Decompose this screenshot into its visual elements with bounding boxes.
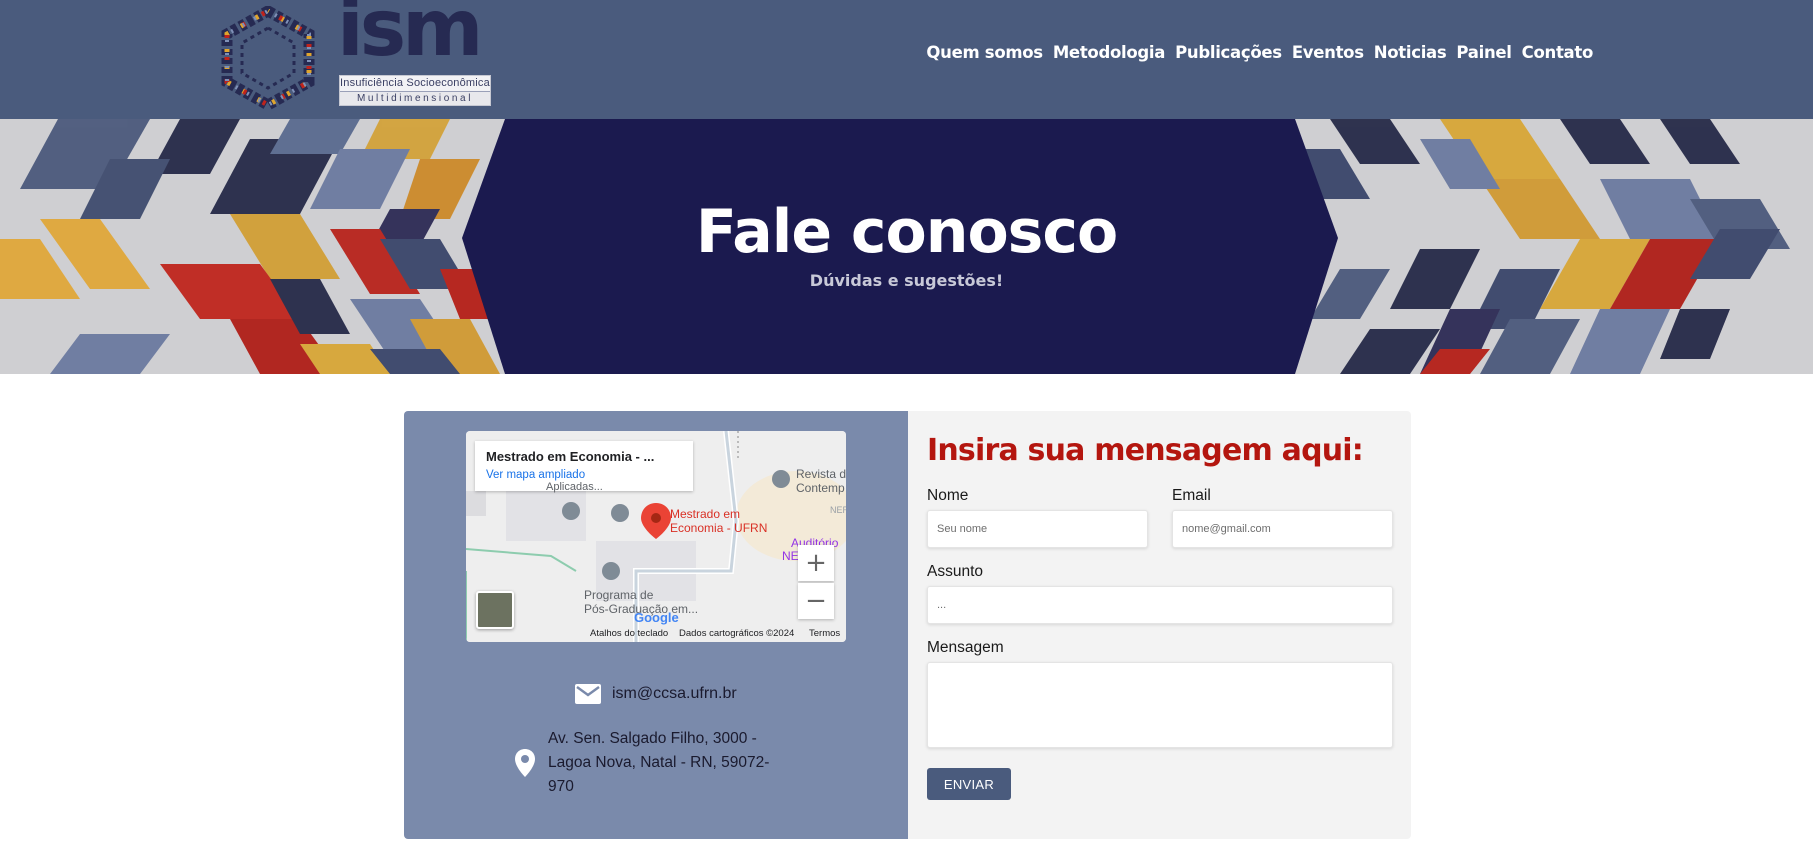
map-terms-link[interactable]: Termos — [809, 628, 840, 639]
hero-banner: Fale conosco Dúvidas e sugestões! — [0, 119, 1813, 374]
logo-subtitle-line-2: Multidimensional — [356, 93, 474, 104]
subject-input[interactable] — [927, 586, 1393, 624]
name-input[interactable] — [927, 510, 1148, 548]
map-pin-label-2: Economia - UFRN — [670, 521, 768, 535]
google-logo: Google — [634, 610, 679, 625]
map-poi-ner: NER — [830, 505, 846, 515]
nav-quem-somos[interactable]: Quem somos — [926, 43, 1043, 62]
nav-eventos[interactable]: Eventos — [1292, 43, 1364, 62]
map-poi-aplicadas: Aplicadas... — [546, 481, 603, 493]
site-header: ism Insuficiência Socioeconômica Multidi… — [0, 0, 1813, 119]
main-nav: Quem somos Metodologia Publicações Event… — [926, 43, 1593, 62]
subject-label: Assunto — [927, 563, 984, 580]
envelope-icon — [575, 684, 601, 704]
email-input[interactable] — [1172, 510, 1393, 548]
logo-wordmark: ism — [337, 0, 483, 74]
message-textarea[interactable] — [927, 662, 1393, 748]
form-title: Insira sua mensagem aqui: — [927, 433, 1364, 468]
submit-button[interactable]: ENVIAR — [927, 768, 1011, 800]
name-label: Nome — [927, 487, 969, 504]
hero-subtitle: Dúvidas e sugestões! — [809, 271, 1004, 290]
contact-address-row: Av. Sen. Salgado Filho, 3000 - Lagoa Nov… — [514, 727, 786, 799]
nav-noticias[interactable]: Noticias — [1374, 43, 1447, 62]
map-poi-programa-1: Programa de — [584, 588, 654, 602]
contact-info-panel: Mestrado em Economia - ... Ver mapa ampl… — [404, 411, 908, 839]
nav-contato[interactable]: Contato — [1522, 43, 1594, 62]
map-poi-revista-2: Contemp — [796, 481, 845, 495]
message-label: Mensagem — [927, 639, 1004, 656]
nav-metodologia[interactable]: Metodologia — [1053, 43, 1166, 62]
embedded-map[interactable]: Mestrado em Economia - ... Ver mapa ampl… — [466, 431, 846, 642]
hero-title: Fale conosco — [695, 197, 1118, 267]
map-enlarge-link[interactable]: Ver mapa ampliado — [486, 469, 682, 481]
nav-publicacoes[interactable]: Publicações — [1175, 43, 1282, 62]
map-place-title: Mestrado em Economia - ... — [486, 449, 655, 464]
logo-subtitle-line-1: Insuficiência Socioeconômica — [340, 76, 490, 92]
logo-hexagon-icon — [221, 6, 315, 110]
nav-painel[interactable]: Painel — [1456, 43, 1512, 62]
contact-form-panel: Insira sua mensagem aqui: Nome Email Ass… — [908, 411, 1411, 839]
logo-subtitle: Insuficiência Socioeconômica Multidimens… — [339, 75, 491, 106]
contact-email[interactable]: ism@ccsa.ufrn.br — [612, 685, 737, 703]
email-label: Email — [1172, 487, 1211, 504]
map-pin-label-1: Mestrado em — [670, 507, 741, 521]
contact-address: Av. Sen. Salgado Filho, 3000 - Lagoa Nov… — [548, 730, 770, 795]
map-keyboard-shortcuts[interactable]: Atalhos do teclado — [590, 628, 668, 639]
map-pin-icon — [515, 749, 535, 777]
map-poi-revista-1: Revista d — [796, 467, 846, 481]
map-data-credits: Dados cartográficos ©2024 — [679, 628, 795, 639]
contact-email-row: ism@ccsa.ufrn.br — [574, 683, 737, 705]
map-poi-auditorio-2: NE — [782, 549, 799, 563]
map-zoom-in-button[interactable]: + — [798, 545, 834, 581]
map-satellite-toggle[interactable] — [476, 591, 514, 629]
site-logo[interactable]: ism Insuficiência Socioeconômica Multidi… — [212, 0, 492, 110]
map-zoom-out-button[interactable]: − — [798, 583, 834, 619]
